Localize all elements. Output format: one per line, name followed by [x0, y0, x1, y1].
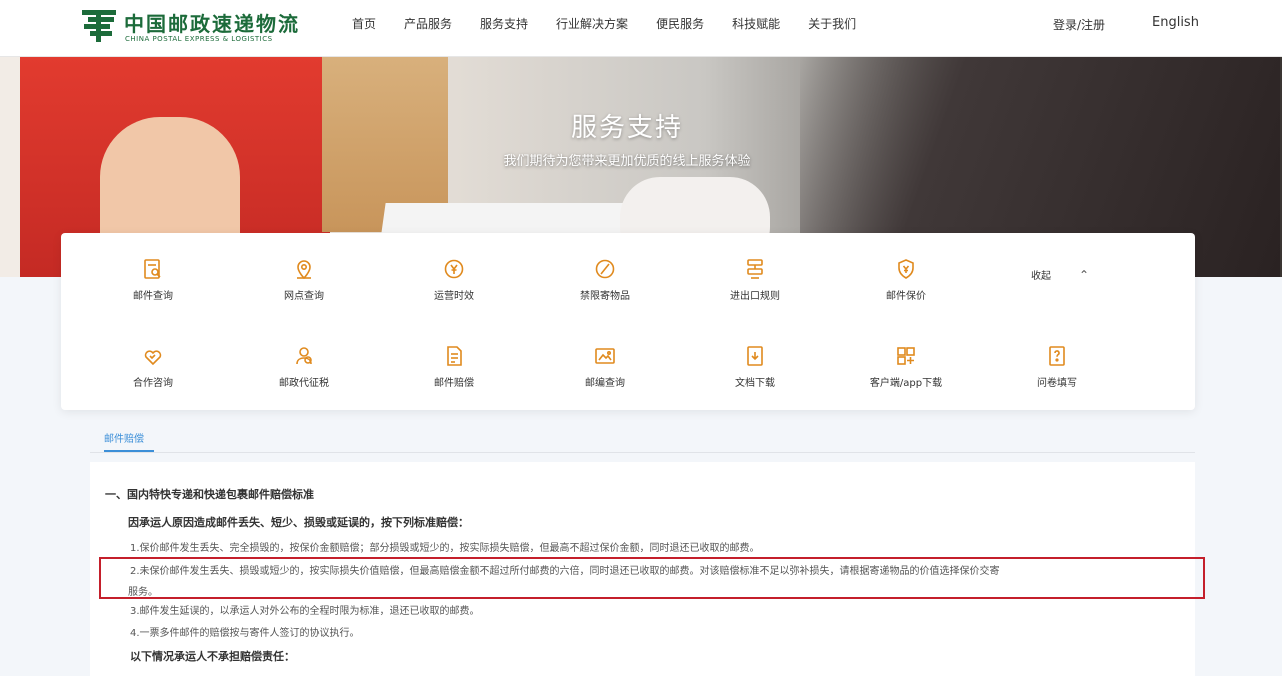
language-switch[interactable]: English: [1152, 15, 1199, 30]
logo-text-cn: 中国邮政速递物流: [124, 12, 300, 36]
prohibited-icon: [595, 259, 615, 279]
nav-home[interactable]: 首页: [352, 15, 376, 32]
service-label: 客户端/app下载: [869, 378, 943, 389]
china-post-logo-icon: [82, 10, 116, 42]
red-highlight-box: [99, 557, 1205, 599]
chevron-up-icon: ⌃: [1079, 268, 1090, 282]
main-nav: 首页 产品服务 服务支持 行业解决方案 便民服务 科技赋能 关于我们: [352, 0, 884, 46]
service-delivery-time[interactable]: 运营时效: [394, 257, 514, 302]
service-import-export-rules[interactable]: 进出口规则: [695, 257, 815, 302]
tab-divider: [90, 452, 1195, 453]
rule-item-1: 1.保价邮件发生丢失、完全损毁的，按保价金额赔偿；部分损毁或短少的，按实际损失赔…: [130, 543, 760, 554]
service-label: 进出口规则: [730, 291, 780, 302]
logo-text-en: CHINA POSTAL EXPRESS & LOGISTICS: [125, 35, 273, 43]
section-heading: 一、国内特快专递和快递包裹邮件赔偿标准: [105, 488, 314, 501]
app-grid-icon: [897, 347, 915, 365]
site-header: 中国邮政速递物流 CHINA POSTAL EXPRESS & LOGISTIC…: [0, 0, 1282, 57]
nav-about[interactable]: 关于我们: [808, 15, 856, 32]
service-compensation[interactable]: 邮件赔偿: [394, 344, 514, 389]
service-label: 问卷填写: [1037, 378, 1077, 389]
service-label: 合作咨询: [133, 378, 173, 389]
service-panel: 邮件查询 网点查询 运营时效 禁限寄物品 进出口规则 邮件保价 收起 ⌃ 合作咨询…: [61, 233, 1195, 410]
exemption-heading: 以下情况承运人不承担赔偿责任：: [130, 650, 295, 663]
service-label: 禁限寄物品: [580, 291, 630, 302]
service-document-download[interactable]: 文档下载: [695, 344, 815, 389]
tab-mail-compensation[interactable]: 邮件赔偿: [104, 430, 144, 445]
hero-subtitle: 我们期待为您带来更加优质的线上服务体验: [503, 154, 751, 169]
nav-solutions[interactable]: 行业解决方案: [556, 15, 628, 32]
service-label: 邮件保价: [886, 291, 926, 302]
compensation-doc-icon: [447, 346, 462, 366]
nav-products[interactable]: 产品服务: [404, 15, 452, 32]
service-label: 邮件赔偿: [434, 378, 474, 389]
service-label: 邮件查询: [133, 291, 173, 302]
service-cooperation[interactable]: 合作咨询: [93, 344, 213, 389]
download-doc-icon: [747, 346, 763, 366]
service-questionnaire[interactable]: 问卷填写: [997, 344, 1117, 389]
service-mail-query[interactable]: 邮件查询: [93, 257, 213, 302]
service-postcode-query[interactable]: 邮编查询: [545, 344, 665, 389]
nav-support[interactable]: 服务支持: [480, 15, 528, 32]
rule-item-4: 4.一票多件邮件的赔偿按与寄件人签订的协议执行。: [130, 628, 360, 639]
login-register-link[interactable]: 登录/注册: [1053, 16, 1105, 33]
service-label: 网点查询: [284, 291, 324, 302]
collapse-label: 收起: [1031, 271, 1051, 282]
service-label: 文档下载: [735, 378, 775, 389]
service-outlet-query[interactable]: 网点查询: [244, 257, 364, 302]
service-label: 邮编查询: [585, 378, 625, 389]
logo[interactable]: 中国邮政速递物流 CHINA POSTAL EXPRESS & LOGISTIC…: [80, 6, 310, 46]
location-pin-icon: [297, 260, 311, 280]
service-label: 运营时效: [434, 291, 474, 302]
customs-icon: [747, 259, 763, 279]
service-app-download[interactable]: 客户端/app下载: [846, 344, 966, 389]
clock-yen-icon: [444, 259, 464, 279]
document-search-icon: [144, 259, 161, 279]
postcode-icon: [595, 348, 615, 364]
nav-technology[interactable]: 科技赋能: [732, 15, 780, 32]
tax-person-icon: [296, 347, 312, 365]
shield-icon: [898, 259, 914, 279]
subsection-heading: 因承运人原因造成邮件丢失、短少、损毁或延误的，按下列标准赔偿：: [128, 516, 469, 529]
tab-active-indicator: [104, 450, 154, 452]
service-postal-tax[interactable]: 邮政代征税: [244, 344, 364, 389]
service-insured-mail[interactable]: 邮件保价: [846, 257, 966, 302]
hero-title: 服务支持: [570, 113, 683, 143]
service-label: 邮政代征税: [279, 378, 329, 389]
collapse-toggle[interactable]: 收起 ⌃: [1031, 267, 1089, 282]
service-prohibited-items[interactable]: 禁限寄物品: [545, 257, 665, 302]
rule-item-3: 3.邮件发生延误的，以承运人对外公布的全程时限为标准，退还已收取的邮费。: [130, 606, 480, 617]
handshake-icon: [144, 350, 162, 366]
questionnaire-icon: [1049, 346, 1065, 366]
nav-convenience[interactable]: 便民服务: [656, 15, 704, 32]
